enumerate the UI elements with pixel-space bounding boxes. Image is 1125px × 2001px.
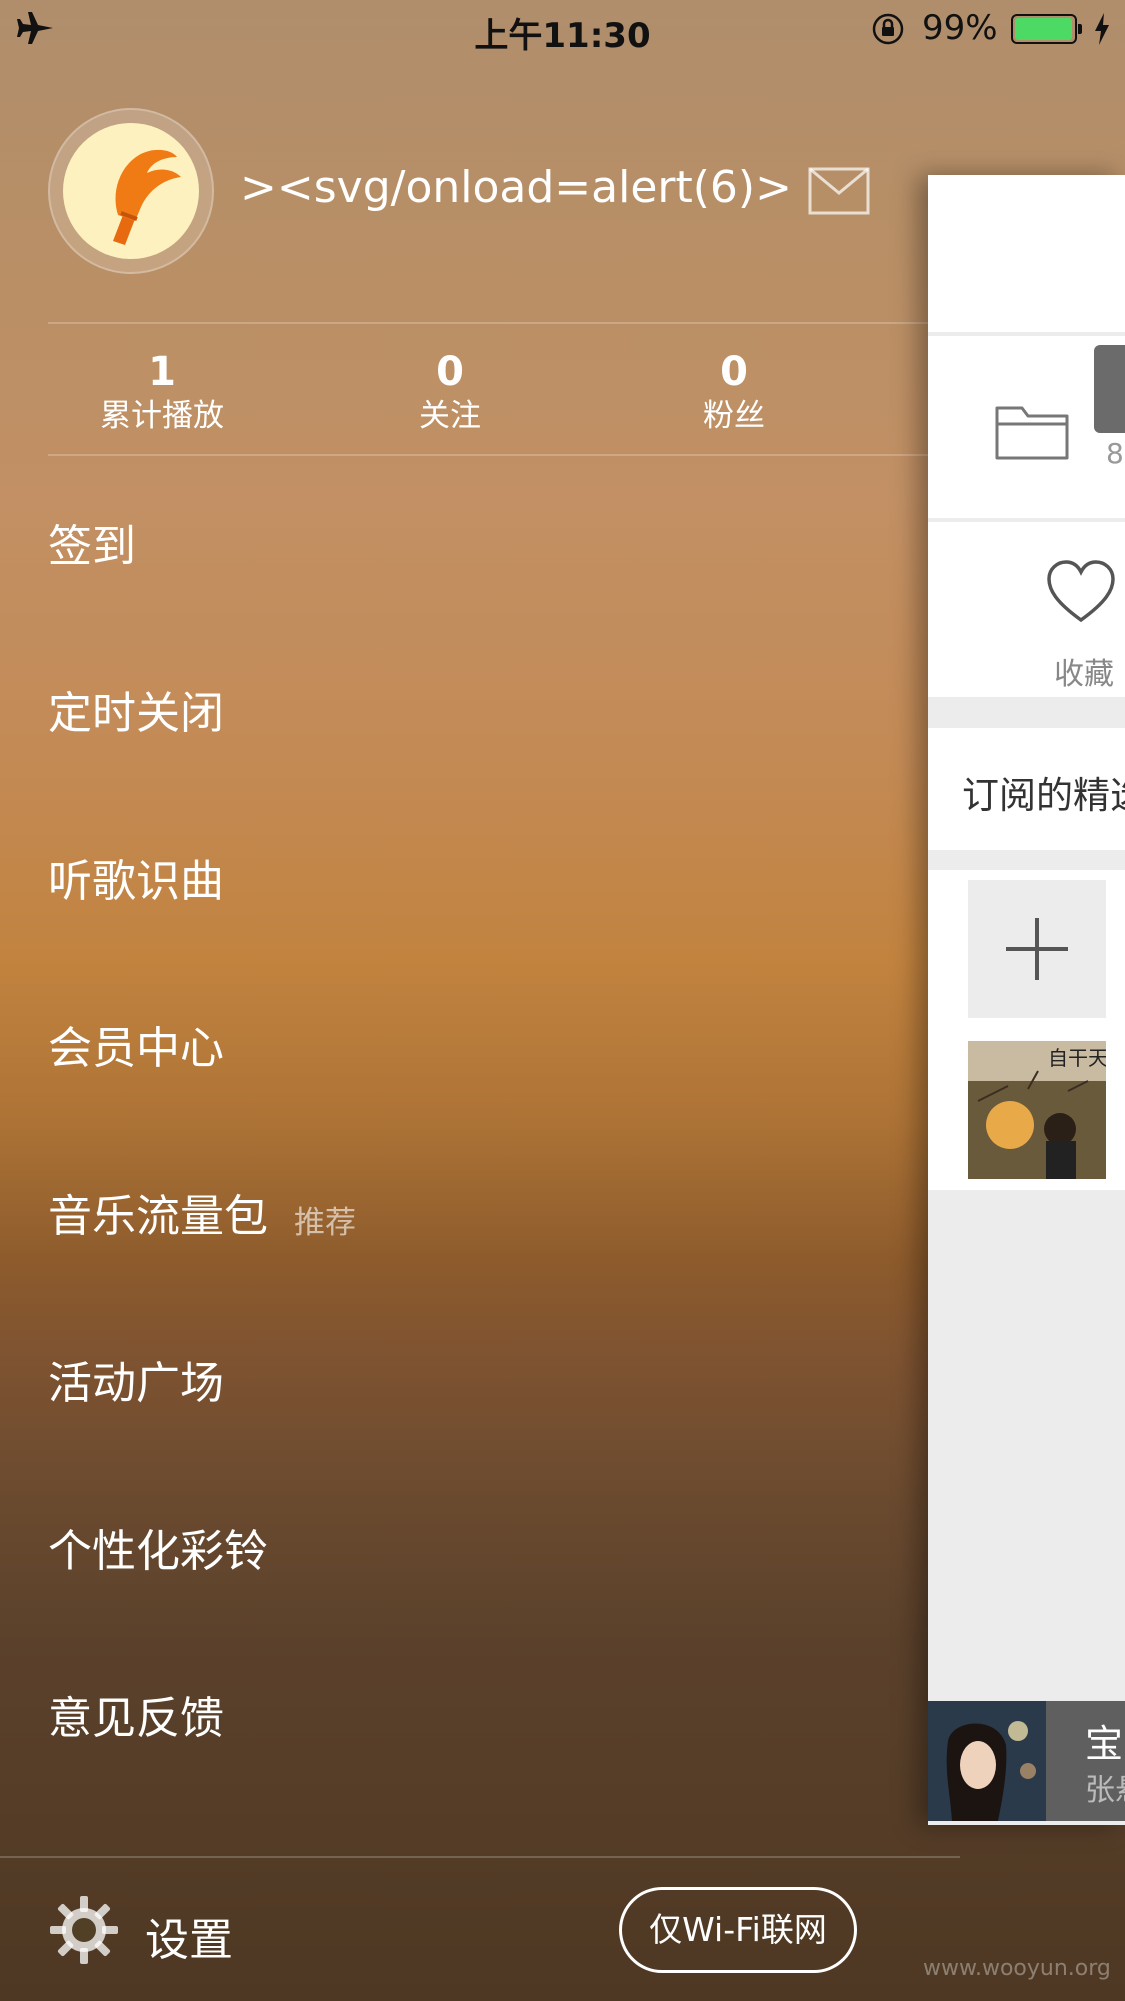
watermark: www.wooyun.org bbox=[923, 1956, 1111, 1981]
folder-count: 87 bbox=[1106, 437, 1125, 470]
battery-fill bbox=[1015, 18, 1073, 40]
stat-plays-label: 累计播放 bbox=[100, 398, 224, 434]
panel-header bbox=[928, 175, 1125, 332]
menu-data-package-label: 音乐流量包 bbox=[48, 1191, 268, 1242]
now-playing-song: 宝 bbox=[1085, 1722, 1124, 1766]
heart-icon bbox=[1047, 560, 1115, 623]
battery-icon bbox=[1011, 14, 1082, 44]
divider bbox=[48, 322, 928, 324]
now-playing-artist: 张悬 bbox=[1085, 1773, 1125, 1808]
menu-song-recognition[interactable]: 听歌识曲 bbox=[48, 845, 224, 909]
stat-plays[interactable]: 1 累计播放 bbox=[62, 348, 262, 436]
menu-events[interactable]: 活动广场 bbox=[48, 1347, 224, 1411]
gear-icon[interactable] bbox=[48, 1894, 120, 1966]
stat-plays-value: 1 bbox=[148, 349, 176, 395]
plus-icon bbox=[1006, 918, 1068, 980]
main-panel-peek[interactable]: 87 收藏 订阅的精选 自干天可 bbox=[928, 175, 1125, 1825]
stat-following-label: 关注 bbox=[419, 398, 481, 434]
now-playing-thumbnail bbox=[928, 1701, 1046, 1821]
menu-feedback[interactable]: 意见反馈 bbox=[48, 1682, 224, 1746]
favorites-label: 收藏 bbox=[1054, 657, 1114, 692]
rotation-lock-icon bbox=[872, 13, 904, 45]
recommend-tag: 推荐 bbox=[294, 1204, 356, 1241]
stat-following[interactable]: 0 关注 bbox=[350, 348, 550, 436]
subscribed-label: 订阅的精选 bbox=[962, 774, 1125, 817]
menu-data-package[interactable]: 音乐流量包 推荐 bbox=[48, 1180, 356, 1244]
avatar[interactable] bbox=[48, 108, 214, 274]
charging-bolt-icon bbox=[1095, 13, 1109, 45]
settings-label[interactable]: 设置 bbox=[145, 1904, 233, 1968]
wifi-only-button[interactable]: 仅Wi-Fi联网 bbox=[619, 1887, 857, 1973]
battery-percent: 99% bbox=[922, 8, 998, 48]
username[interactable]: ><svg/onload=alert(6)> bbox=[240, 162, 792, 213]
stat-following-value: 0 bbox=[436, 349, 464, 395]
lobster-claw-icon bbox=[113, 149, 181, 245]
divider bbox=[48, 454, 928, 456]
folder-icon bbox=[995, 406, 1069, 460]
battery-nub bbox=[1078, 24, 1082, 34]
cover-text: 自干天可 bbox=[1048, 1046, 1106, 1070]
stat-followers[interactable]: 0 粉丝 bbox=[634, 348, 834, 436]
status-bar: 上午11:30 99% bbox=[0, 0, 1125, 60]
menu-sleep-timer[interactable]: 定时关闭 bbox=[48, 677, 224, 741]
mini-player[interactable]: 宝 张悬 bbox=[928, 1701, 1125, 1821]
menu-vip-center[interactable]: 会员中心 bbox=[48, 1012, 224, 1076]
mail-icon[interactable] bbox=[808, 167, 870, 215]
stat-followers-label: 粉丝 bbox=[703, 398, 765, 434]
footer-divider bbox=[0, 1856, 960, 1858]
local-music-badge bbox=[1094, 345, 1125, 433]
menu-ringtone[interactable]: 个性化彩铃 bbox=[48, 1515, 268, 1579]
add-playlist-button[interactable] bbox=[968, 880, 1106, 1018]
menu-checkin[interactable]: 签到 bbox=[48, 510, 136, 574]
avatar-image bbox=[63, 123, 199, 259]
playlist-cover[interactable]: 自干天可 bbox=[968, 1041, 1106, 1179]
album-cover-art: 自干天可 bbox=[968, 1041, 1106, 1179]
stat-followers-value: 0 bbox=[720, 349, 748, 395]
panel-subscribed-row[interactable]: 订阅的精选 bbox=[928, 728, 1125, 850]
